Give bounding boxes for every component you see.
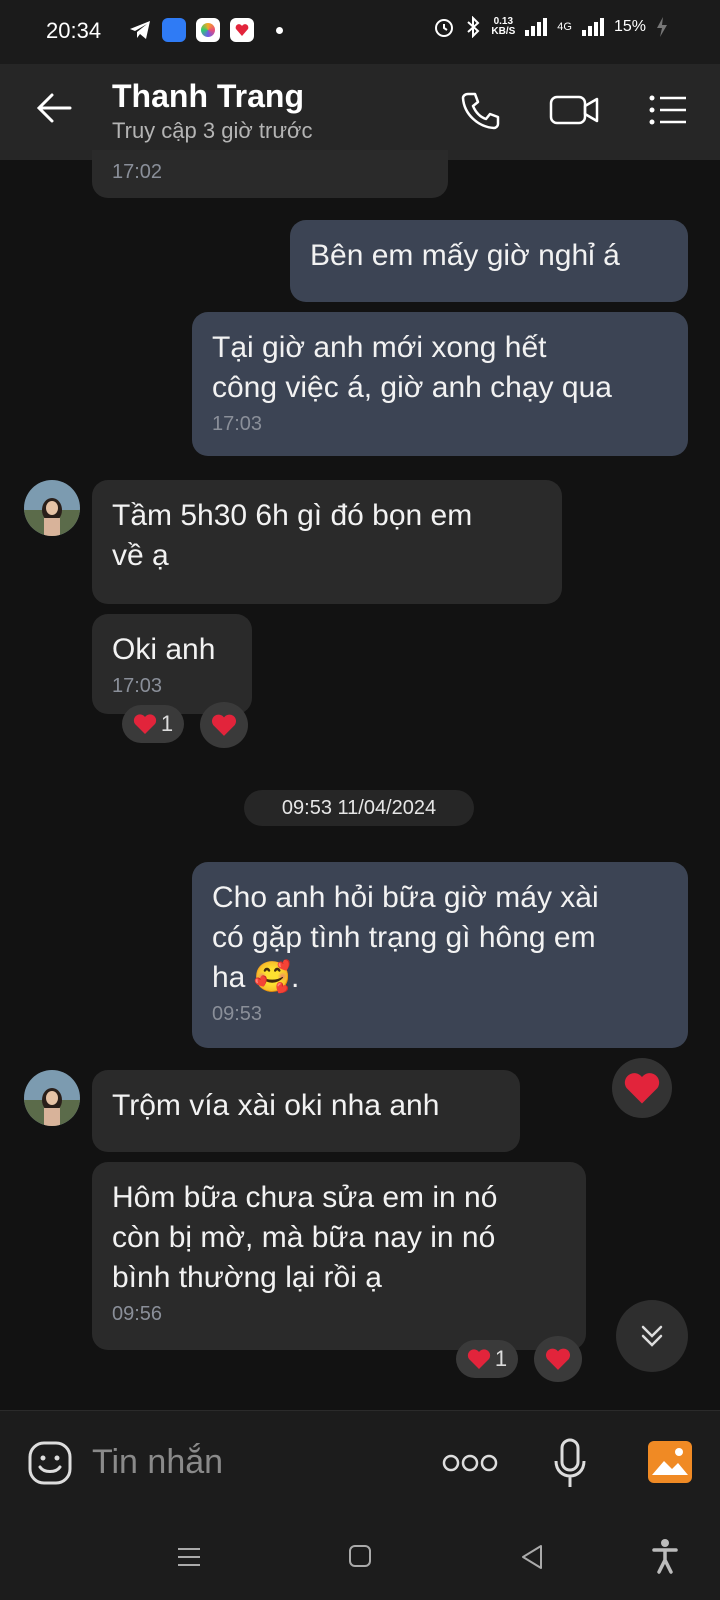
avatar[interactable] — [24, 480, 80, 536]
react-button[interactable] — [612, 1058, 672, 1118]
scroll-to-bottom-button[interactable] — [616, 1300, 688, 1372]
menu-icon[interactable] — [176, 1544, 202, 1570]
message-text: có gặp tình trạng gì hông em — [212, 921, 596, 954]
heart-icon — [545, 1348, 571, 1370]
message-input[interactable]: Tin nhắn — [92, 1443, 223, 1482]
accessibility-icon[interactable] — [652, 1538, 678, 1574]
message-text: Oki anh — [112, 633, 216, 666]
reaction-count: 1 — [160, 711, 174, 736]
react-button[interactable] — [200, 702, 248, 748]
app-icon-blue — [162, 18, 186, 42]
heart-icon — [467, 1349, 490, 1369]
status-bar: 20:34 0.13 KB/S 4G 15% — [0, 0, 720, 64]
message-time: 09:53 — [212, 1003, 263, 1025]
date-separator: 09:53 11/04/2024 — [244, 790, 474, 826]
phone-icon[interactable] — [458, 88, 502, 132]
home-icon[interactable] — [348, 1544, 372, 1568]
back-arrow-icon[interactable] — [34, 88, 74, 128]
photos-icon — [196, 18, 220, 42]
message-incoming[interactable]: Tầm 5h30 6h gì đó bọn em về ạ — [92, 480, 562, 604]
heart-icon — [624, 1073, 660, 1104]
avatar[interactable] — [24, 1070, 80, 1126]
net-speed: 0.13 KB/S — [491, 16, 516, 37]
message-incoming[interactable]: Oki anh 17:03 — [92, 614, 252, 714]
microphone-icon[interactable] — [552, 1437, 588, 1489]
last-seen: Truy cập 3 giờ trước — [112, 118, 313, 143]
message-outgoing[interactable]: Cho anh hỏi bữa giờ máy xài có gặp tình … — [192, 862, 688, 1048]
telegram-icon — [130, 21, 150, 39]
reaction-count: 1 — [494, 1346, 508, 1371]
message-text: còn bị mờ, mà bữa nay in nó — [112, 1221, 496, 1254]
reaction-summary[interactable]: 1 — [122, 705, 184, 743]
message-text: Trộm vía xài oki nha anh — [112, 1089, 440, 1122]
chat-header: Thanh Trang Truy cập 3 giờ trước — [0, 64, 720, 160]
message-time: 17:02 — [112, 161, 163, 183]
back-icon[interactable] — [520, 1544, 544, 1570]
message-text: Hôm bữa chưa sửa em in nó — [112, 1181, 498, 1214]
heart-icon — [133, 714, 156, 734]
network-type: 4G — [557, 21, 572, 33]
system-nav-bar — [0, 1514, 720, 1600]
message-text: Tại giờ anh mới xong hết — [212, 331, 547, 364]
message-text: bình thường lại rồi ạ — [112, 1261, 382, 1294]
heart-icon — [211, 714, 237, 736]
message-outgoing[interactable]: Tại giờ anh mới xong hết công việc á, gi… — [192, 312, 688, 456]
message-incoming[interactable]: Hôm bữa chưa sửa em in nó còn bị mờ, mà … — [92, 1162, 586, 1350]
message-incoming-partial[interactable]: 17:02 — [92, 150, 448, 198]
signal-icon-2 — [581, 18, 604, 36]
message-text: ha 🥰. — [212, 961, 300, 994]
message-outgoing[interactable]: Bên em mấy giờ nghỉ á — [290, 220, 688, 302]
clock: 20:34 — [46, 18, 102, 43]
alarm-icon — [435, 19, 454, 37]
message-text: Tầm 5h30 6h gì đó bọn em — [112, 499, 473, 532]
signal-icon — [525, 18, 548, 36]
video-call-icon[interactable] — [548, 88, 600, 132]
vnpost-icon — [230, 18, 254, 42]
charging-icon — [657, 17, 667, 37]
battery-percent: 15% — [613, 18, 646, 35]
message-time: 17:03 — [212, 413, 263, 435]
message-text: Cho anh hỏi bữa giờ máy xài — [212, 881, 599, 914]
message-text: về ạ — [112, 539, 169, 572]
more-notifications-dot — [276, 26, 283, 34]
contact-name[interactable]: Thanh Trang — [112, 78, 304, 115]
message-incoming[interactable]: Trộm vía xài oki nha anh — [92, 1070, 520, 1152]
more-icon[interactable] — [442, 1453, 498, 1473]
message-time: 09:56 — [112, 1303, 163, 1325]
message-time: 17:03 — [112, 675, 163, 697]
message-text: công việc á, giờ anh chạy qua — [212, 371, 612, 404]
reaction-summary[interactable]: 1 — [456, 1340, 518, 1378]
double-chevron-down-icon — [641, 1325, 663, 1347]
sticker-icon[interactable] — [26, 1439, 74, 1487]
message-text: Bên em mấy giờ nghỉ á — [310, 239, 620, 272]
chat-options-icon[interactable] — [646, 88, 690, 132]
composer: Tin nhắn — [0, 1410, 720, 1515]
gallery-icon[interactable] — [646, 1439, 694, 1485]
react-button[interactable] — [534, 1336, 582, 1382]
bluetooth-icon — [467, 16, 480, 38]
